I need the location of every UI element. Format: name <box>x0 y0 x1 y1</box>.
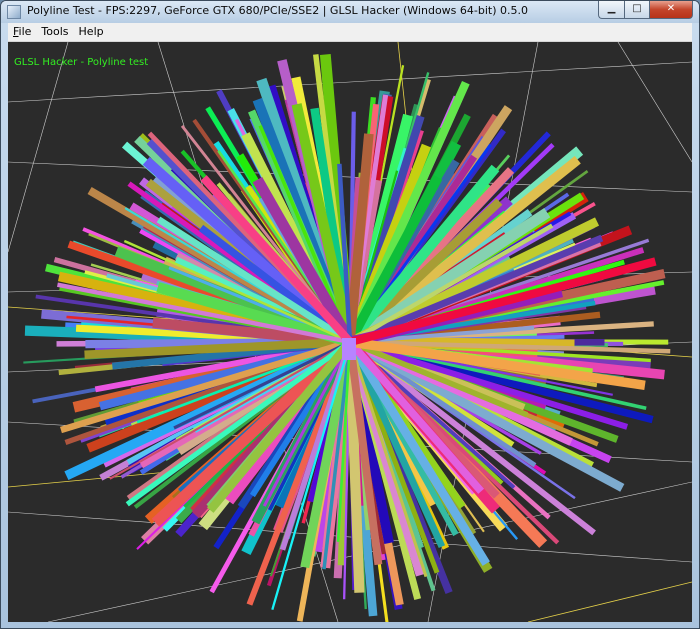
menu-bar: File Tools Help <box>8 23 692 42</box>
grid-line <box>8 161 692 193</box>
window-title: Polyline Test - FPS:2297, GeForce GTX 68… <box>27 4 528 17</box>
caption-buttons: ▁ □ ✕ <box>598 1 693 19</box>
maximize-button[interactable]: □ <box>624 1 649 19</box>
overlay-label: GLSL Hacker - Polyline test <box>14 57 149 68</box>
grid-line <box>8 61 692 103</box>
menu-tools[interactable]: Tools <box>36 23 73 41</box>
grid-line <box>8 511 692 563</box>
axis-line <box>527 581 692 622</box>
menu-help[interactable]: Help <box>74 23 109 41</box>
application-window: Polyline Test - FPS:2297, GeForce GTX 68… <box>0 0 700 629</box>
close-button[interactable]: ✕ <box>649 1 693 19</box>
burst-center <box>342 338 356 360</box>
render-viewport[interactable]: GLSL Hacker - Polyline test <box>8 42 692 622</box>
menu-file[interactable]: File <box>8 23 36 41</box>
menu-file-label: ile <box>18 25 32 38</box>
polyline-scene <box>8 42 692 622</box>
app-icon[interactable] <box>7 5 21 19</box>
grid-line <box>617 42 692 163</box>
title-bar[interactable]: Polyline Test - FPS:2297, GeForce GTX 68… <box>1 1 699 23</box>
grid-line <box>8 42 69 253</box>
minimize-button[interactable]: ▁ <box>598 1 624 19</box>
